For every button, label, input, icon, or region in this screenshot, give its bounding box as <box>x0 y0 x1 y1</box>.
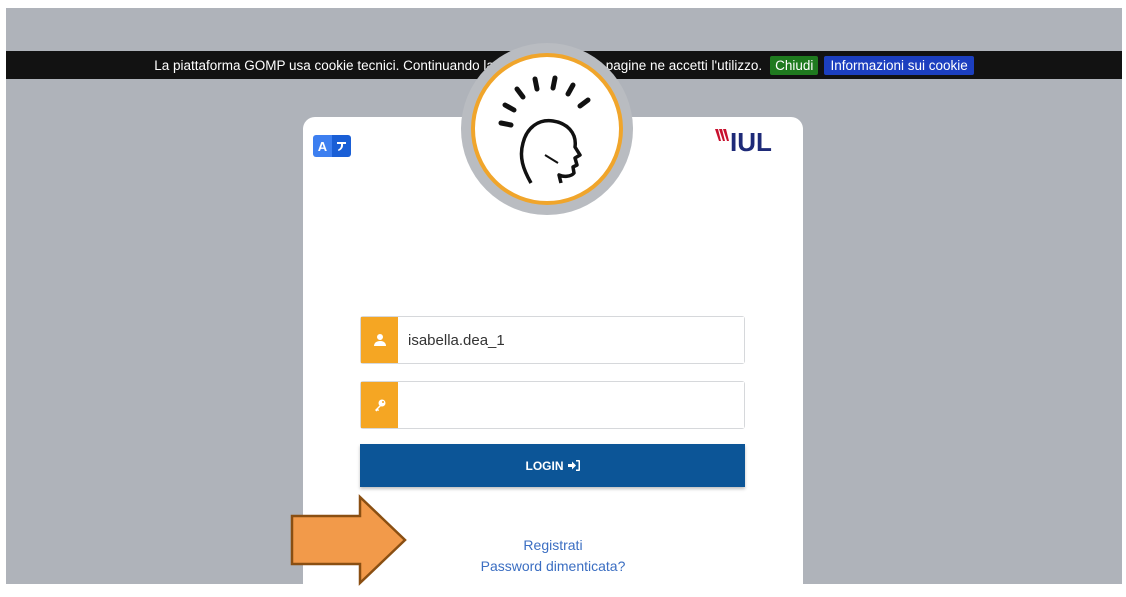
login-button[interactable]: LOGIN <box>360 444 745 487</box>
cookie-message: La piattaforma GOMP usa cookie tecnici. … <box>154 57 763 73</box>
iul-logo: IUL <box>714 123 784 157</box>
username-input[interactable] <box>398 317 744 363</box>
translate-icon <box>332 135 351 157</box>
avatar-badge <box>461 43 633 215</box>
language-switch[interactable]: A <box>313 135 351 157</box>
username-field <box>360 316 745 364</box>
top-strip <box>0 0 1126 8</box>
user-icon <box>361 317 398 363</box>
logo-text: IUL <box>730 127 772 155</box>
cookie-close-button[interactable]: Chiudi <box>770 55 819 75</box>
head-avatar-icon <box>498 75 591 184</box>
password-input[interactable] <box>398 382 744 428</box>
cookie-info-button[interactable]: Informazioni sui cookie <box>824 55 974 75</box>
key-icon <box>361 382 398 428</box>
arrow-annotation <box>290 494 407 586</box>
login-label: LOGIN <box>525 458 564 473</box>
password-field <box>360 381 745 429</box>
sign-in-icon <box>567 460 580 471</box>
lang-a-label: A <box>313 135 332 157</box>
